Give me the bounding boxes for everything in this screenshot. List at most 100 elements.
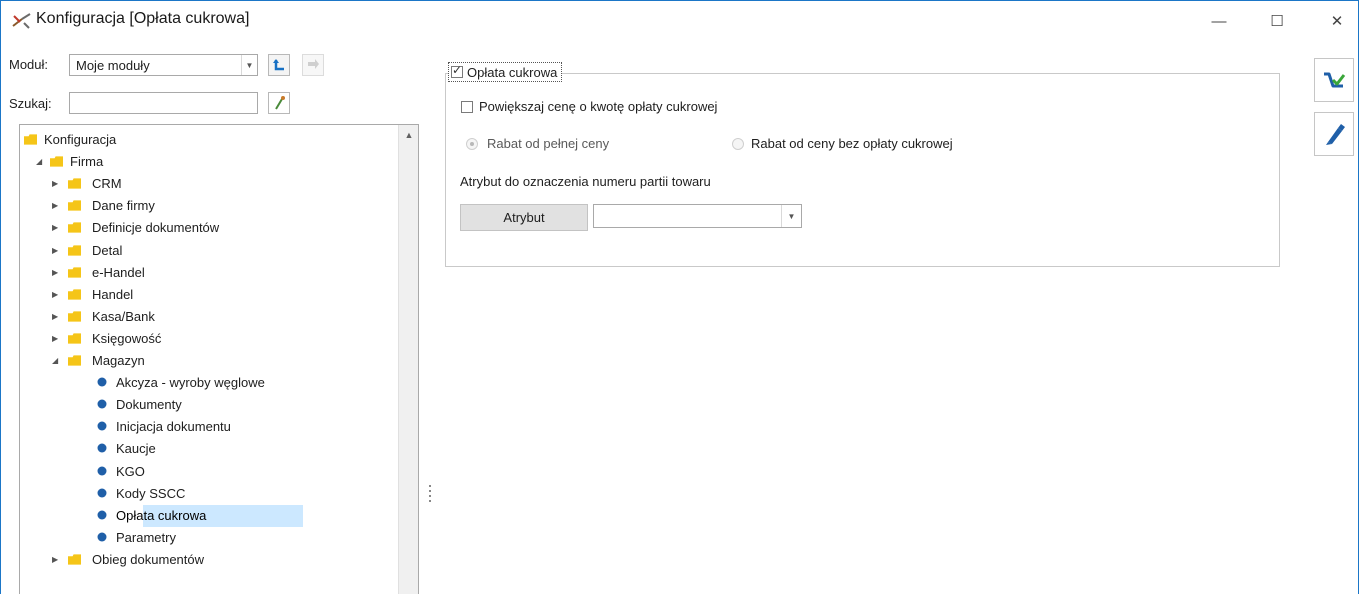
tree-item-label: Obieg dokumentów	[92, 551, 205, 567]
tree-expand-icon[interactable]: ▶	[52, 246, 58, 255]
attribute-button[interactable]: Atrybut	[460, 204, 588, 231]
scroll-up-icon[interactable]: ▲	[399, 125, 418, 145]
increase-price-option[interactable]: Powiększaj cenę o kwotę opłaty cukrowej	[461, 99, 717, 114]
tree-item[interactable]: ▶ CRM	[20, 173, 400, 195]
module-select-value: Moje moduły	[76, 58, 150, 73]
sugar-fee-group-toggle[interactable]: Opłata cukrowa	[448, 62, 563, 82]
search-input[interactable]	[69, 92, 258, 114]
module-label: Moduł:	[9, 57, 49, 72]
tree-item-label: e-Handel	[92, 264, 145, 280]
tree-item[interactable]: ▶ Definicje dokumentów	[20, 217, 400, 239]
radio-full-price[interactable]	[466, 138, 478, 150]
tree-item-label: Dokumenty	[116, 397, 182, 413]
back-arrow-icon	[273, 59, 284, 71]
tree-item[interactable]: Konfiguracja	[20, 129, 400, 151]
chevron-down-icon: ▼	[781, 205, 801, 227]
window-title: Konfiguracja [Opłata cukrowa]	[36, 10, 250, 27]
save-button[interactable]	[1314, 58, 1354, 102]
title-bar: Konfiguracja [Opłata cukrowa] — ☐ ✕	[1, 1, 1358, 41]
tree-item[interactable]: ▶ Księgowość	[20, 328, 400, 350]
tree-collapse-icon[interactable]: ◢	[36, 157, 42, 166]
settings-leaf-icon	[97, 466, 107, 475]
folder-icon	[68, 266, 81, 278]
tree-item-label: Magazyn	[92, 353, 145, 368]
settings-leaf-icon	[97, 377, 107, 387]
back-button[interactable]	[268, 54, 290, 76]
radio-without-fee[interactable]	[732, 138, 744, 150]
increase-price-checkbox[interactable]	[461, 100, 473, 113]
pen-icon	[1326, 124, 1345, 145]
tree-item-label: Kasa/Bank	[92, 308, 155, 324]
folder-icon	[68, 244, 81, 256]
splitter-handle[interactable]	[429, 485, 432, 509]
tree-scrollbar[interactable]: ▲	[398, 125, 418, 594]
folder-icon	[68, 311, 81, 322]
tree-item[interactable]: Kody SSCC	[20, 483, 400, 505]
tree-item[interactable]: Parametry	[20, 527, 400, 549]
tree-item-label: Dane firmy	[92, 198, 155, 214]
folder-icon	[68, 355, 81, 366]
tree-item[interactable]: ▶ Dane firmy	[20, 195, 400, 217]
folder-icon	[68, 200, 81, 211]
minimize-button[interactable]: —	[1199, 9, 1239, 33]
sugar-fee-checkbox[interactable]	[451, 63, 463, 78]
tree-item-label: Detal	[92, 242, 123, 258]
tree-item[interactable]: ▶ e-Handel	[20, 262, 400, 284]
tree-item[interactable]: ▶ Handel	[20, 284, 400, 306]
module-select[interactable]: Moje moduły ▼	[69, 54, 258, 76]
tree-item-label: Inicjacja dokumentu	[116, 419, 231, 435]
settings-leaf-icon	[97, 399, 107, 409]
radio-without-fee-label: Rabat od ceny bez opłaty cukrowej	[751, 136, 953, 151]
tree-item-label: Konfiguracja	[44, 132, 117, 147]
tree-item[interactable]: ▶ Detal	[20, 240, 400, 262]
tree-item[interactable]: Kaucje	[20, 438, 400, 460]
tree-expand-icon[interactable]: ▶	[52, 290, 58, 299]
tree-collapse-icon[interactable]: ◢	[52, 356, 58, 365]
tree-item[interactable]: ◢ Magazyn	[20, 350, 400, 372]
config-tools-icon	[12, 13, 31, 29]
tree-item-label: CRM	[92, 176, 122, 192]
tree-expand-icon[interactable]: ▶	[52, 223, 58, 232]
tree-item[interactable]: Dokumenty	[20, 394, 400, 416]
forward-button[interactable]	[302, 54, 324, 76]
radio-full-price-label: Rabat od pełnej ceny	[487, 136, 610, 151]
tree-expand-icon[interactable]: ▶	[52, 312, 58, 321]
tree-expand-icon[interactable]: ▶	[52, 201, 58, 210]
sugar-fee-group-label: Opłata cukrowa	[467, 64, 558, 80]
forward-arrow-icon	[308, 59, 319, 69]
edit-button[interactable]	[1314, 112, 1354, 156]
tree-item-label: Kody SSCC	[116, 485, 186, 501]
tree-item-label: Firma	[70, 154, 104, 170]
pen-search-icon	[275, 96, 285, 110]
close-button[interactable]: ✕	[1317, 9, 1357, 33]
chevron-down-icon: ▼	[241, 55, 257, 75]
tree-item[interactable]: Opłata cukrowa	[97, 504, 303, 527]
search-button[interactable]	[268, 92, 290, 114]
tree-item[interactable]: KGO	[20, 461, 400, 483]
folder-icon	[68, 178, 81, 189]
settings-leaf-icon	[97, 532, 107, 542]
increase-price-label: Powiększaj cenę o kwotę opłaty cukrowej	[479, 99, 718, 114]
maximize-button[interactable]: ☐	[1257, 9, 1297, 33]
tree-item-label: Kaucje	[116, 441, 156, 457]
tree-item-label: Opłata cukrowa	[116, 507, 207, 523]
config-tree[interactable]: ▲ Konfiguracja ◢ Firma ▶ CRM ▶ Dane firmy ▶ Defi…	[19, 124, 419, 594]
save-cart-icon	[1324, 72, 1346, 88]
tree-expand-icon[interactable]: ▶	[52, 179, 58, 188]
tree-item-label: KGO	[116, 463, 145, 479]
tree-item[interactable]: Akcyza - wyroby węglowe	[20, 372, 400, 394]
tree-expand-icon[interactable]: ▶	[52, 334, 58, 343]
tree-item[interactable]: ◢ Firma	[20, 151, 400, 173]
tree-item[interactable]: ▶ Obieg dokumentów	[20, 549, 400, 571]
folder-icon	[68, 554, 81, 565]
attribute-select[interactable]: ▼	[593, 204, 802, 228]
folder-icon	[68, 222, 81, 233]
settings-leaf-icon	[97, 443, 107, 453]
settings-leaf-icon	[97, 488, 107, 498]
tree-item-label: Akcyza - wyroby węglowe	[116, 375, 265, 391]
settings-leaf-icon	[97, 421, 107, 431]
tree-item[interactable]: Inicjacja dokumentu	[20, 416, 400, 438]
tree-expand-icon[interactable]: ▶	[52, 268, 58, 277]
tree-expand-icon[interactable]: ▶	[52, 555, 58, 564]
tree-item[interactable]: ▶ Kasa/Bank	[20, 306, 400, 328]
